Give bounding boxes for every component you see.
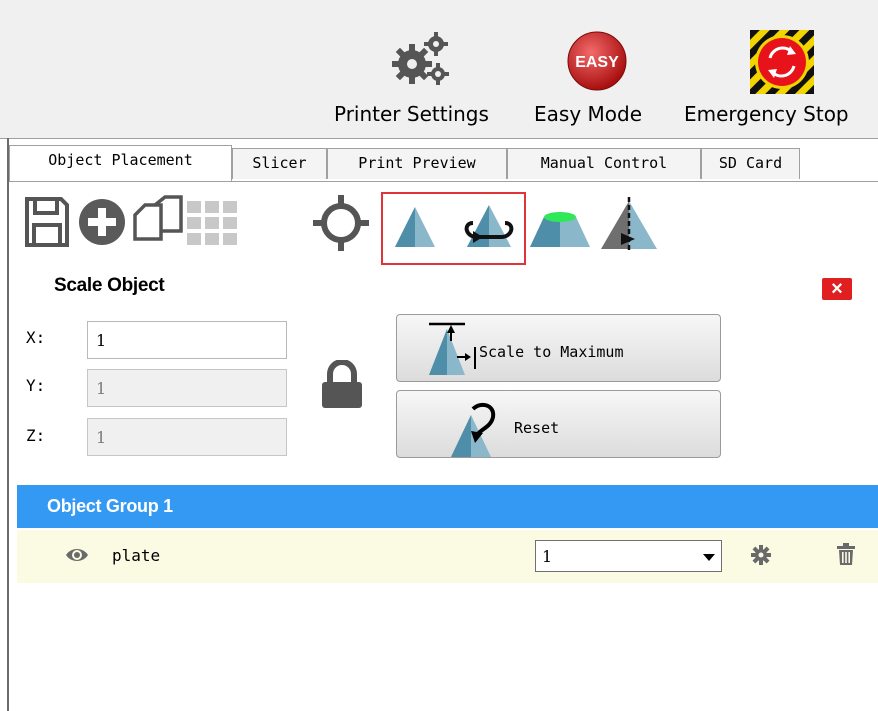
emergency-stop-label: Emergency Stop bbox=[684, 102, 849, 126]
object-group-title: Object Group 1 bbox=[47, 496, 173, 516]
eye-icon[interactable] bbox=[65, 546, 89, 564]
save-icon[interactable] bbox=[23, 195, 71, 249]
tab-sd-card[interactable]: SD Card bbox=[701, 148, 800, 179]
trash-icon[interactable] bbox=[837, 543, 855, 565]
mirror-icon[interactable] bbox=[599, 197, 659, 251]
chevron-down-icon bbox=[703, 554, 715, 561]
y-label: Y: bbox=[26, 376, 46, 395]
close-scale-panel-button[interactable]: × bbox=[822, 278, 852, 300]
list-item[interactable]: plate 1 bbox=[17, 530, 878, 583]
scale-to-maximum-label: Scale to Maximum bbox=[479, 343, 624, 361]
easy-mode-label: Easy Mode bbox=[534, 102, 642, 126]
gear-icon[interactable] bbox=[751, 545, 771, 565]
scale-to-maximum-button[interactable]: Scale to Maximum bbox=[396, 314, 721, 382]
reset-button[interactable]: Reset bbox=[396, 390, 721, 458]
scale-to-max-icon bbox=[429, 322, 476, 375]
scale-x-input[interactable]: 1 bbox=[87, 321, 287, 359]
copy-icon[interactable] bbox=[131, 195, 185, 249]
emergency-stop-icon bbox=[750, 30, 814, 94]
tab-print-preview[interactable]: Print Preview bbox=[327, 148, 507, 179]
scale-rotate-highlight bbox=[381, 192, 526, 265]
scale-z-input[interactable]: 1 bbox=[87, 418, 287, 456]
easy-mode-icon: EASY bbox=[567, 31, 627, 91]
printer-settings-button[interactable]: Printer Settings bbox=[330, 0, 510, 138]
scale-object-title: Scale Object bbox=[54, 275, 165, 296]
gears-icon bbox=[392, 32, 449, 85]
z-label: Z: bbox=[26, 426, 46, 445]
lock-icon[interactable] bbox=[318, 360, 366, 410]
tab-divider bbox=[9, 181, 878, 182]
top-toolbar: Printer Settings EASY Easy Mode Emergenc… bbox=[0, 0, 878, 139]
tab-slicer[interactable]: Slicer bbox=[232, 148, 327, 179]
scale-y-input[interactable]: 1 bbox=[87, 369, 287, 407]
reset-label: Reset bbox=[514, 419, 560, 437]
add-icon[interactable] bbox=[77, 197, 127, 247]
object-group-select-value: 1 bbox=[542, 547, 553, 566]
printer-settings-label: Printer Settings bbox=[334, 102, 489, 126]
x-label: X: bbox=[26, 328, 46, 347]
tab-manual-control[interactable]: Manual Control bbox=[507, 148, 701, 179]
center-object-icon[interactable] bbox=[313, 195, 369, 251]
object-group-header[interactable]: Object Group 1 bbox=[17, 485, 878, 528]
autoposition-grid-icon[interactable] bbox=[187, 201, 239, 245]
object-name: plate bbox=[112, 546, 161, 565]
emergency-stop-button[interactable]: Emergency Stop bbox=[680, 0, 878, 138]
object-group-select[interactable]: 1 bbox=[535, 540, 722, 572]
easy-mode-button[interactable]: EASY Easy Mode bbox=[528, 0, 668, 138]
tab-object-placement[interactable]: Object Placement bbox=[9, 145, 232, 181]
reset-icon bbox=[451, 402, 496, 457]
easy-badge-text: EASY bbox=[575, 54, 619, 71]
land-object-icon[interactable] bbox=[528, 209, 592, 249]
